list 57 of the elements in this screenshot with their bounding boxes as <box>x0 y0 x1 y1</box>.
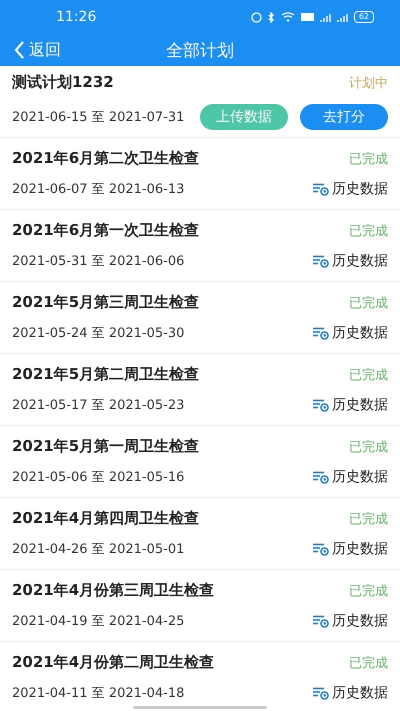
plan-title: 2021年4月第四周卫生检查 <box>12 509 200 528</box>
plan-status: 已完成 <box>349 366 388 384</box>
page-title: 全部计划 <box>166 40 234 62</box>
bluetooth-icon <box>268 12 275 22</box>
plan-title: 2021年6月第一次卫生检查 <box>12 221 200 240</box>
plan-dates: 2021-05-24 至 2021-05-30 <box>12 325 184 342</box>
history-list-icon <box>313 254 329 268</box>
plan-status: 已完成 <box>349 510 388 528</box>
plan-row[interactable]: 2021年5月第一周卫生检查 已完成 2021-05-06 至 2021-05-16 历史数据 <box>0 426 400 498</box>
plan-dates: 2021-06-15 至 2021-07-31 <box>12 109 184 126</box>
history-data-link[interactable]: 历史数据 <box>313 468 388 486</box>
history-data-link[interactable]: 历史数据 <box>313 612 388 630</box>
plan-row[interactable]: 2021年6月第二次卫生检查 已完成 2021-06-07 至 2021-06-13 历史数据 <box>0 138 400 210</box>
plan-title: 2021年6月第二次卫生检查 <box>12 149 200 168</box>
plan-title: 2021年4月份第三周卫生检查 <box>12 581 214 600</box>
plan-status: 已完成 <box>349 654 388 672</box>
status-time: 11:26 <box>56 9 96 25</box>
history-data-link[interactable]: 历史数据 <box>313 540 388 558</box>
history-data-link[interactable]: 历史数据 <box>313 324 388 342</box>
history-list-icon <box>313 398 329 412</box>
history-list-icon <box>313 542 329 556</box>
plan-status: 已完成 <box>349 294 388 312</box>
plan-title: 测试计划1232 <box>12 73 114 92</box>
plan-row[interactable]: 2021年6月第一次卫生检查 已完成 2021-05-31 至 2021-06-06 历史数据 <box>0 210 400 282</box>
plan-status: 已完成 <box>349 150 388 168</box>
plan-title: 2021年5月第二周卫生检查 <box>12 365 200 384</box>
signal-icon <box>320 12 331 22</box>
history-data-link[interactable]: 历史数据 <box>313 252 388 270</box>
history-list-icon <box>313 326 329 340</box>
wifi-icon <box>280 12 295 22</box>
battery-level: 62 <box>354 11 374 23</box>
history-data-link[interactable]: 历史数据 <box>313 396 388 414</box>
history-list-icon <box>313 470 329 484</box>
plan-dates: 2021-04-26 至 2021-05-01 <box>12 541 184 558</box>
plan-dates: 2021-04-11 至 2021-04-18 <box>12 685 184 702</box>
plan-dates: 2021-06-07 至 2021-06-13 <box>12 181 184 198</box>
signal-icon <box>336 12 348 22</box>
plan-row[interactable]: 2021年4月第四周卫生检查 已完成 2021-04-26 至 2021-05-01 历史数据 <box>0 498 400 570</box>
plan-row[interactable]: 2021年4月份第三周卫生检查 已完成 2021-04-19 至 2021-04-25 历史数据 <box>0 570 400 642</box>
plan-dates: 2021-05-06 至 2021-05-16 <box>12 469 184 486</box>
plan-title: 2021年5月第三周卫生检查 <box>12 293 200 312</box>
plan-row[interactable]: 2021年5月第二周卫生检查 已完成 2021-05-17 至 2021-05-23 历史数据 <box>0 354 400 426</box>
history-data-link[interactable]: 历史数据 <box>313 684 388 702</box>
plan-dates: 2021-04-19 至 2021-04-25 <box>12 613 184 630</box>
plan-dates: 2021-05-17 至 2021-05-23 <box>12 397 184 414</box>
history-list-icon <box>313 182 329 196</box>
plan-status: 已完成 <box>349 222 388 240</box>
plan-row[interactable]: 2021年5月第三周卫生检查 已完成 2021-05-24 至 2021-05-30 历史数据 <box>0 282 400 354</box>
plan-status: 已完成 <box>349 582 388 600</box>
history-list-icon <box>313 686 329 700</box>
plan-status: 计划中 <box>349 74 388 92</box>
history-list-icon <box>313 614 329 628</box>
plan-title: 2021年5月第一周卫生检查 <box>12 437 200 456</box>
history-data-link[interactable]: 历史数据 <box>313 180 388 198</box>
plan-title: 2021年4月份第二周卫生检查 <box>12 653 214 672</box>
plan-status: 已完成 <box>349 438 388 456</box>
plan-dates: 2021-05-31 至 2021-06-06 <box>12 253 184 270</box>
